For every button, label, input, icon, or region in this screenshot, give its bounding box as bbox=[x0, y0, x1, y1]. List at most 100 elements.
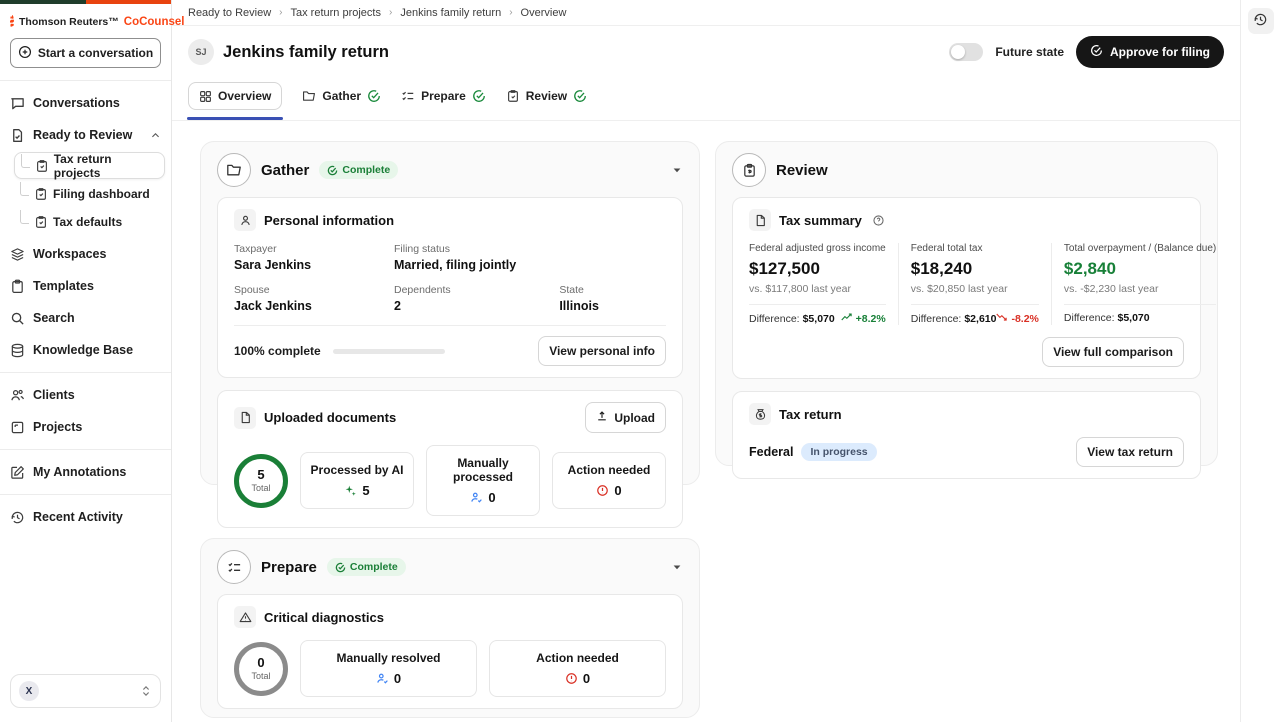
sidebar-item-knowledge-base[interactable]: Knowledge Base bbox=[0, 334, 171, 366]
view-tax-return-button[interactable]: View tax return bbox=[1076, 437, 1184, 467]
view-full-comparison-button[interactable]: View full comparison bbox=[1042, 337, 1184, 367]
breadcrumb-jenkins-family-return[interactable]: Jenkins family return bbox=[400, 7, 501, 19]
breadcrumb-ready-to-review[interactable]: Ready to Review bbox=[188, 7, 271, 19]
gather-complete-badge: Complete bbox=[319, 161, 398, 179]
collapse-chevron-icon[interactable] bbox=[671, 561, 683, 573]
sidebar-item-clients[interactable]: Clients bbox=[0, 379, 171, 411]
documents-stats-row: 5 Total Processed by AI 5 bbox=[234, 445, 666, 516]
sidebar-item-templates[interactable]: Templates bbox=[0, 270, 171, 302]
field-value: Jack Jenkins bbox=[234, 299, 394, 313]
sidebar-item-tax-return-projects[interactable]: Tax return projects bbox=[14, 152, 165, 179]
stat-label: Action needed bbox=[496, 651, 659, 665]
sidebar-item-label: My Annotations bbox=[33, 465, 126, 479]
summary-value: $127,500 bbox=[749, 259, 886, 279]
collapse-chevron-icon[interactable] bbox=[671, 164, 683, 176]
approve-for-filing-button[interactable]: Approve for filing bbox=[1076, 36, 1224, 68]
difference-label: Difference: bbox=[749, 313, 800, 325]
stat-value: 0 bbox=[394, 671, 401, 686]
layers-icon bbox=[10, 247, 25, 262]
stat-value-row: 0 bbox=[433, 490, 533, 505]
info-icon[interactable] bbox=[872, 214, 885, 227]
sidebar-item-search[interactable]: Search bbox=[0, 302, 171, 334]
tree-corner bbox=[21, 154, 30, 168]
badge-label: Complete bbox=[342, 164, 390, 176]
field-taxpayer: Taxpayer Sara Jenkins bbox=[234, 243, 394, 272]
dashboard-content: Gather Complete Personal informatio bbox=[172, 121, 1240, 722]
stat-action-needed: Action needed 0 bbox=[489, 640, 666, 697]
alert-circle-icon bbox=[565, 672, 578, 685]
progress-bar bbox=[333, 349, 445, 354]
field-label: Taxpayer bbox=[234, 243, 394, 255]
start-conversation-button[interactable]: Start a conversation bbox=[10, 38, 161, 68]
chat-bubble-icon bbox=[10, 96, 25, 111]
uploaded-documents-header: Uploaded documents Upload bbox=[234, 402, 666, 433]
tax-return-section: Tax return Federal In progress View tax … bbox=[732, 391, 1201, 479]
summary-col-total-tax: Federal total tax $18,240 vs. $20,850 la… bbox=[898, 243, 1051, 325]
difference-value: $5,070 bbox=[1118, 312, 1150, 324]
upload-button[interactable]: Upload bbox=[585, 402, 666, 433]
stat-value-row: 0 bbox=[559, 483, 659, 498]
stat-manually-processed: Manually processed 0 bbox=[426, 445, 540, 516]
app-root: Thomson Reuters™ CoCounsel Start a conve… bbox=[0, 0, 1280, 722]
in-progress-badge: In progress bbox=[801, 443, 876, 461]
sidebar-item-ready-to-review[interactable]: Ready to Review bbox=[0, 119, 171, 151]
complete-check-icon bbox=[367, 89, 381, 103]
workspace-selector[interactable]: X bbox=[10, 674, 161, 708]
total-label: Total bbox=[251, 483, 270, 493]
diagnostics-stats-row: 0 Total Manually resolved 0 bbox=[234, 640, 666, 697]
tab-overview[interactable]: Overview bbox=[188, 82, 282, 110]
chevron-up-icon[interactable] bbox=[150, 130, 161, 141]
summary-difference-row: Difference: $5,070 bbox=[1064, 312, 1216, 324]
future-state-toggle[interactable] bbox=[949, 43, 983, 61]
sidebar-item-recent-activity[interactable]: Recent Activity bbox=[0, 501, 171, 533]
stat-value: 5 bbox=[362, 483, 369, 498]
sidebar-item-projects[interactable]: Projects bbox=[0, 411, 171, 443]
sidebar-item-label: Tax defaults bbox=[53, 215, 122, 229]
summary-vs: vs. -$2,230 last year bbox=[1064, 283, 1216, 295]
breadcrumb-overview[interactable]: Overview bbox=[521, 7, 567, 19]
stat-label: Action needed bbox=[559, 463, 659, 477]
divider bbox=[0, 372, 171, 373]
view-personal-info-button[interactable]: View personal info bbox=[538, 336, 666, 366]
difference-value: $5,070 bbox=[803, 313, 835, 325]
page-header: SJ Jenkins family return Future state Ap… bbox=[172, 26, 1240, 74]
field-filing-status: Filing status Married, filing jointly bbox=[394, 243, 666, 272]
personal-information-title: Personal information bbox=[264, 213, 394, 228]
stat-action-needed: Action needed 0 bbox=[552, 452, 666, 509]
divider bbox=[234, 325, 666, 326]
project-board-icon bbox=[10, 420, 25, 435]
edit-pencil-icon bbox=[10, 465, 25, 480]
database-icon bbox=[10, 343, 25, 358]
sidebar-item-tax-defaults[interactable]: Tax defaults bbox=[14, 208, 165, 235]
history-panel-button[interactable] bbox=[1248, 8, 1274, 34]
critical-diagnostics-header: Critical diagnostics bbox=[234, 606, 666, 628]
trend-up: +8.2% bbox=[841, 312, 886, 325]
ai-sparkle-icon bbox=[344, 484, 357, 497]
sidebar-item-workspaces[interactable]: Workspaces bbox=[0, 238, 171, 270]
search-icon bbox=[10, 311, 25, 326]
review-card: Review Tax summary Federal bbox=[715, 141, 1218, 466]
prepare-checklist-icon bbox=[217, 550, 251, 584]
return-avatar: SJ bbox=[188, 39, 214, 65]
breadcrumb-tax-return-projects[interactable]: Tax return projects bbox=[291, 7, 381, 19]
page-title: Jenkins family return bbox=[223, 43, 389, 62]
sidebar-item-conversations[interactable]: Conversations bbox=[0, 87, 171, 119]
tab-gather[interactable]: Gather bbox=[302, 89, 381, 103]
file-check-icon bbox=[10, 128, 25, 143]
history-clock-icon bbox=[1253, 12, 1268, 30]
sidebar-item-filing-dashboard[interactable]: Filing dashboard bbox=[14, 180, 165, 207]
tab-review[interactable]: Review bbox=[506, 89, 587, 103]
people-icon bbox=[10, 388, 25, 403]
warning-triangle-icon bbox=[234, 606, 256, 628]
sidebar-item-label: Search bbox=[33, 311, 75, 325]
tax-summary-columns: Federal adjusted gross income $127,500 v… bbox=[749, 243, 1184, 325]
tab-prepare[interactable]: Prepare bbox=[401, 89, 486, 103]
field-label: Spouse bbox=[234, 284, 394, 296]
summary-label: Federal adjusted gross income bbox=[749, 243, 886, 254]
sidebar-item-my-annotations[interactable]: My Annotations bbox=[0, 456, 171, 488]
divider bbox=[0, 494, 171, 495]
sidebar-item-label: Templates bbox=[33, 279, 94, 293]
stat-value: 0 bbox=[583, 671, 590, 686]
folder-icon bbox=[302, 89, 316, 103]
toggle-knob bbox=[951, 45, 965, 59]
